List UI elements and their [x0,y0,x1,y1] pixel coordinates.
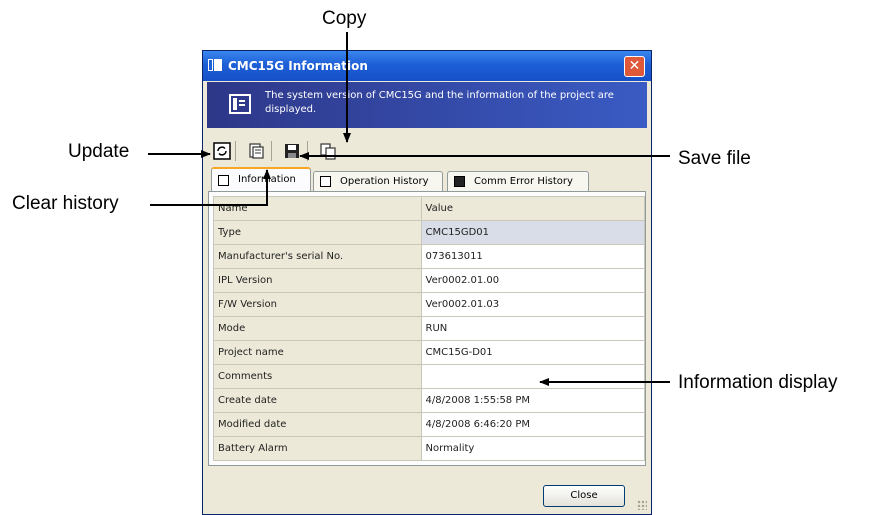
column-header-value[interactable]: Value [420,196,646,221]
tab-strip: Information Operation History Comm Error… [207,167,647,191]
row-value: CMC15G-D01 [420,340,646,365]
row-value [420,364,646,389]
callout-copy: Copy [322,8,367,29]
info-banner: The system version of CMC15G and the inf… [207,82,647,128]
table-row[interactable]: Comments [213,364,646,389]
toolbar [207,139,647,163]
app-icon [208,59,222,71]
save-icon [285,144,299,158]
clear-history-button[interactable] [247,142,265,160]
controller-icon [229,94,251,114]
row-name: Battery Alarm [213,436,422,461]
comm-error-icon [454,176,465,187]
tab-label: Comm Error History [474,176,573,187]
window-close-button[interactable]: ✕ [624,56,645,77]
row-name: F/W Version [213,292,422,317]
table-row[interactable]: Create date 4/8/2008 1:55:58 PM [213,388,646,413]
update-button[interactable] [213,142,231,160]
row-name: IPL Version [213,268,422,293]
table-header-row: Name Value [213,196,646,221]
table-row[interactable]: Project name CMC15G-D01 [213,340,646,365]
tab-label: Information [238,174,296,185]
table-row[interactable]: Type CMC15GD01 [213,220,646,245]
callout-information-display: Information display [678,372,838,393]
window-title: CMC15G Information [228,59,368,73]
information-table: Name Value Type CMC15GD01 Manufacturer's… [213,196,646,461]
toolbar-separator [235,141,236,161]
information-panel: Name Value Type CMC15GD01 Manufacturer's… [208,191,646,466]
operation-history-icon [320,176,331,187]
toolbar-separator [271,141,272,161]
row-value: Ver0002.01.03 [420,292,646,317]
table-row[interactable]: Battery Alarm Normality [213,436,646,461]
row-name: Modified date [213,412,422,437]
toolbar-separator [307,141,308,161]
row-value: CMC15GD01 [420,220,646,245]
row-value: 073613011 [420,244,646,269]
copy-icon [320,143,336,160]
row-value: Ver0002.01.00 [420,268,646,293]
row-name: Manufacturer's serial No. [213,244,422,269]
tab-label: Operation History [340,176,429,187]
close-button[interactable]: Close [543,485,625,507]
row-name: Project name [213,340,422,365]
clear-history-icon [249,143,264,159]
callout-clear-history: Clear history [12,193,119,214]
refresh-icon [213,142,231,160]
copy-button[interactable] [319,142,337,160]
row-name: Mode [213,316,422,341]
banner-text: The system version of CMC15G and the inf… [265,90,614,115]
info-dialog: CMC15G Information ✕ The system version … [202,50,652,515]
tab-information[interactable]: Information [211,167,311,191]
table-row[interactable]: Mode RUN [213,316,646,341]
save-file-button[interactable] [283,142,301,160]
table-row[interactable]: Manufacturer's serial No. 073613011 [213,244,646,269]
table-row[interactable]: F/W Version Ver0002.01.03 [213,292,646,317]
row-name: Create date [213,388,422,413]
row-name: Comments [213,364,422,389]
resize-grip[interactable] [637,500,647,510]
row-value: 4/8/2008 6:46:20 PM [420,412,646,437]
title-bar[interactable]: CMC15G Information ✕ [203,51,651,81]
tab-comm-error-history[interactable]: Comm Error History [447,171,589,191]
row-value: Normality [420,436,646,461]
info-tab-icon [218,175,229,186]
tab-operation-history[interactable]: Operation History [313,171,443,191]
table-row[interactable]: IPL Version Ver0002.01.00 [213,268,646,293]
callout-save-file: Save file [678,148,751,169]
callout-update: Update [68,141,130,162]
table-row[interactable]: Modified date 4/8/2008 6:46:20 PM [213,412,646,437]
row-name: Type [213,220,422,245]
row-value: RUN [420,316,646,341]
row-value: 4/8/2008 1:55:58 PM [420,388,646,413]
column-header-name[interactable]: Name [213,196,422,221]
